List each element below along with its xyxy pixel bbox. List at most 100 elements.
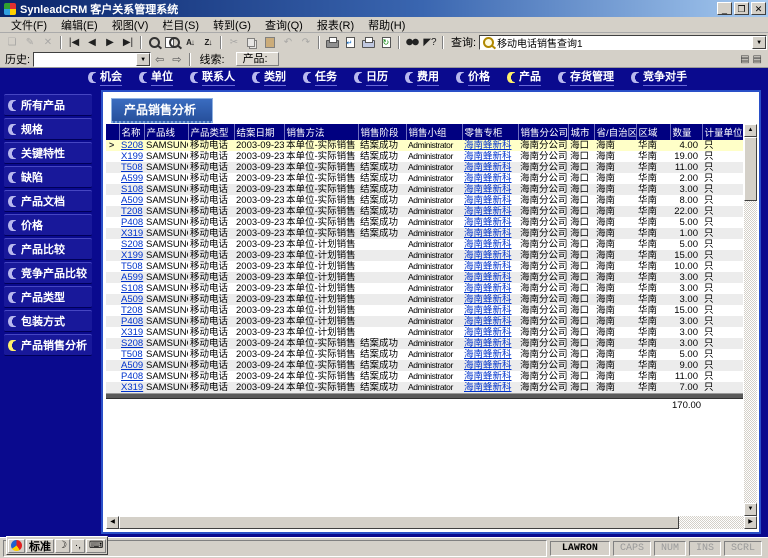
column-header[interactable]: 销售阶段 [358, 124, 406, 140]
history-combobox[interactable]: ▼ [33, 52, 151, 67]
sort-ascending-icon[interactable]: A↓ [181, 35, 199, 50]
menu-item[interactable]: 文件(F) [4, 17, 54, 33]
column-header[interactable]: 省/自治区 [594, 124, 636, 140]
prev-record-icon[interactable]: ◀ [83, 35, 101, 50]
product-name-link[interactable]: X319 [121, 382, 143, 393]
search-form-icon[interactable] [163, 35, 181, 50]
column-header[interactable]: 数量 [670, 124, 702, 140]
nav-tab[interactable]: 类别 [252, 68, 286, 86]
table-row[interactable]: P408SAMSUNG移动电话2003-09-23本单位-实际销售结案成功Adm… [106, 217, 743, 228]
cell-name[interactable]: A509 [119, 294, 144, 305]
sidebar-item[interactable]: 包装方式 [4, 310, 92, 332]
table-row[interactable]: T508SAMSUNG移动电话2003-09-24本单位-实际销售结案成功Adm… [106, 349, 743, 360]
retail-counter-link[interactable]: 海南蜂新科 [464, 217, 512, 228]
nav-tab[interactable]: 单位 [139, 68, 173, 86]
first-record-icon[interactable]: |◀ [65, 35, 83, 50]
sidebar-item[interactable]: 产品文档 [4, 190, 92, 212]
cell-name[interactable]: T508 [119, 162, 144, 173]
cell-name[interactable]: S208 [119, 239, 144, 250]
column-header[interactable]: 销售方法 [284, 124, 358, 140]
cell-counter[interactable]: 海南蜂新科 [462, 327, 518, 338]
cell-name[interactable]: X319 [119, 327, 144, 338]
menu-item[interactable]: 转到(G) [206, 17, 258, 33]
table-row[interactable]: P408SAMSUNG移动电话2003-09-23本单位-计划销售Adminis… [106, 316, 743, 327]
retail-counter-link[interactable]: 海南蜂新科 [464, 360, 512, 371]
cell-name[interactable]: S208 [119, 338, 144, 349]
cell-counter[interactable]: 海南蜂新科 [462, 228, 518, 239]
cell-name[interactable]: P408 [119, 217, 144, 228]
restore-icon[interactable]: ❐ [734, 2, 749, 15]
product-name-link[interactable]: T508 [121, 162, 143, 173]
sidebar-item[interactable]: 产品类型 [4, 286, 92, 308]
cell-name[interactable]: A599 [119, 272, 144, 283]
product-name-link[interactable]: T208 [121, 305, 143, 316]
retail-counter-link[interactable]: 海南蜂新科 [464, 184, 512, 195]
column-header[interactable]: 销售小组 [406, 124, 462, 140]
product-name-link[interactable]: P408 [121, 316, 143, 327]
cell-counter[interactable]: 海南蜂新科 [462, 371, 518, 382]
sidebar-item[interactable]: 产品比较 [4, 238, 92, 260]
next-record-icon[interactable]: ▶ [101, 35, 119, 50]
retail-counter-link[interactable]: 海南蜂新科 [464, 338, 512, 349]
column-header[interactable]: 产品线 [144, 124, 188, 140]
retail-counter-link[interactable]: 海南蜂新科 [464, 206, 512, 217]
menu-item[interactable]: 编辑(E) [54, 17, 105, 33]
product-name-link[interactable]: X319 [121, 228, 143, 239]
ime-fullhalf-moon-icon[interactable]: ☽ [55, 539, 70, 553]
nav-tab[interactable]: 任务 [303, 68, 337, 86]
notebook-icon[interactable]: ▤ [740, 54, 749, 65]
column-header[interactable]: 区域 [636, 124, 670, 140]
export-page-icon[interactable] [341, 35, 359, 50]
product-name-link[interactable]: S208 [121, 140, 143, 151]
nav-tab[interactable]: 费用 [405, 68, 439, 86]
retail-counter-link[interactable]: 海南蜂新科 [464, 228, 512, 239]
cell-counter[interactable]: 海南蜂新科 [462, 283, 518, 294]
cell-counter[interactable]: 海南蜂新科 [462, 239, 518, 250]
table-row[interactable]: S208SAMSUNG移动电话2003-09-23本单位-计划销售Adminis… [106, 239, 743, 250]
product-name-link[interactable]: P408 [121, 217, 143, 228]
menu-item[interactable]: 栏目(S) [155, 17, 206, 33]
cell-counter[interactable]: 海南蜂新科 [462, 338, 518, 349]
query-dropdown-icon[interactable]: ▼ [752, 36, 766, 49]
table-row[interactable]: >S208SAMSUNG移动电话2003-09-23本单位-实际销售结案成功Ad… [106, 140, 743, 151]
column-header[interactable]: 名称 [119, 124, 144, 140]
product-name-link[interactable]: A509 [121, 294, 143, 305]
table-row[interactable]: A509SAMSUNG移动电话2003-09-24本单位-实际销售结案成功Adm… [106, 360, 743, 371]
cell-name[interactable]: X319 [119, 228, 144, 239]
cell-name[interactable]: X199 [119, 250, 144, 261]
product-name-link[interactable]: A509 [121, 195, 143, 206]
sidebar-item[interactable]: 缺陷 [4, 166, 92, 188]
horizontal-scrollbar-thumb[interactable] [119, 516, 679, 529]
column-header[interactable]: 计量单位 [702, 124, 743, 140]
cell-name[interactable]: T208 [119, 305, 144, 316]
sidebar-item[interactable]: 关键特性 [4, 142, 92, 164]
retail-counter-link[interactable]: 海南蜂新科 [464, 371, 512, 382]
scroll-right-icon[interactable]: ▶ [744, 516, 757, 529]
menu-item[interactable]: 视图(V) [105, 17, 156, 33]
cell-counter[interactable]: 海南蜂新科 [462, 360, 518, 371]
table-row[interactable]: X199SAMSUNG移动电话2003-09-23本单位-计划销售Adminis… [106, 250, 743, 261]
column-header[interactable]: 零售专柜 [462, 124, 518, 140]
sidebar-item[interactable]: 所有产品 [4, 94, 92, 116]
table-row[interactable]: X199SAMSUNG移动电话2003-09-23本单位-实际销售结案成功Adm… [106, 151, 743, 162]
product-name-link[interactable]: A509 [121, 360, 143, 371]
ime-logo-icon[interactable] [8, 539, 25, 553]
cell-counter[interactable]: 海南蜂新科 [462, 305, 518, 316]
cell-name[interactable]: X199 [119, 151, 144, 162]
cell-counter[interactable]: 海南蜂新科 [462, 140, 518, 151]
vertical-scrollbar[interactable]: ▲ ▼ [744, 124, 757, 516]
cell-counter[interactable]: 海南蜂新科 [462, 206, 518, 217]
product-name-link[interactable]: S108 [121, 283, 143, 294]
sidebar-item[interactable]: 竞争产品比较 [4, 262, 92, 284]
product-name-link[interactable]: A599 [121, 173, 143, 184]
cell-name[interactable]: S208 [119, 140, 144, 151]
product-name-link[interactable]: X199 [121, 151, 143, 162]
cell-counter[interactable]: 海南蜂新科 [462, 162, 518, 173]
notebook-icon[interactable]: ▤ [753, 54, 762, 65]
cell-counter[interactable]: 海南蜂新科 [462, 349, 518, 360]
ime-punctuation-icon[interactable]: ·, [71, 539, 85, 553]
retail-counter-link[interactable]: 海南蜂新科 [464, 151, 512, 162]
product-name-link[interactable]: P408 [121, 371, 143, 382]
print-icon[interactable] [323, 35, 341, 50]
nav-tab[interactable]: 竞争对手 [631, 68, 687, 86]
